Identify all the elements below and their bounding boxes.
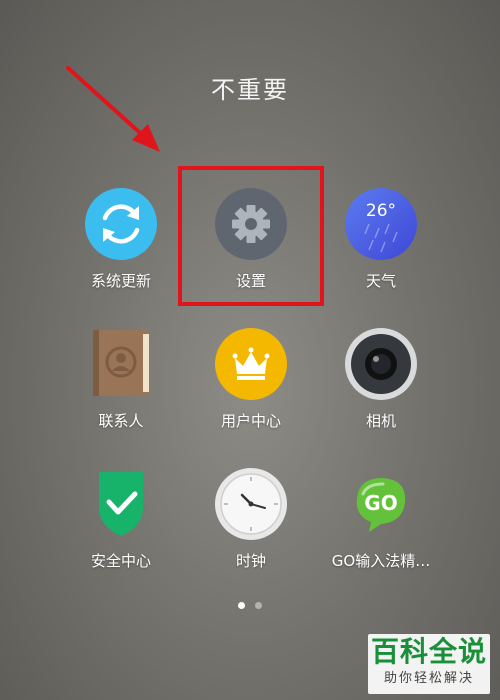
app-go-keyboard[interactable]: GO GO输入法精… <box>306 468 456 571</box>
app-camera[interactable]: 相机 <box>306 328 456 431</box>
app-label: 天气 <box>365 272 396 290</box>
watermark: 百科全说 助你轻松解决 <box>368 634 490 694</box>
app-label: 联系人 <box>98 412 144 430</box>
watermark-main: 百科全说 <box>370 635 487 668</box>
app-label: 用户中心 <box>220 412 281 430</box>
app-label: GO输入法精… <box>331 552 431 570</box>
app-weather[interactable]: 26° 天气 <box>306 188 456 291</box>
contacts-icon <box>85 328 157 400</box>
app-label: 安全中心 <box>90 552 151 570</box>
weather-icon: 26° <box>345 188 417 260</box>
app-label: 时钟 <box>235 552 266 570</box>
page-indicator[interactable] <box>0 594 500 613</box>
page-dot[interactable] <box>255 602 262 609</box>
sync-icon <box>85 188 157 260</box>
app-label: 系统更新 <box>90 272 151 290</box>
app-user-center[interactable]: 用户中心 <box>176 328 326 431</box>
camera-icon <box>345 328 417 400</box>
shield-icon <box>85 468 157 540</box>
app-clock[interactable]: 时钟 <box>176 468 326 571</box>
app-security-center[interactable]: 安全中心 <box>46 468 196 571</box>
crown-icon <box>215 328 287 400</box>
highlight-box-annotation <box>178 166 324 306</box>
page-dot-active[interactable] <box>238 602 245 609</box>
weather-temperature: 26° <box>366 201 396 221</box>
app-label: 相机 <box>365 412 396 430</box>
app-system-update[interactable]: 系统更新 <box>46 188 196 291</box>
clock-icon <box>215 468 287 540</box>
go-logo-text: GO <box>364 491 397 515</box>
watermark-sub: 助你轻松解决 <box>383 671 474 686</box>
go-keyboard-icon: GO <box>345 468 417 540</box>
app-contacts[interactable]: 联系人 <box>46 328 196 431</box>
